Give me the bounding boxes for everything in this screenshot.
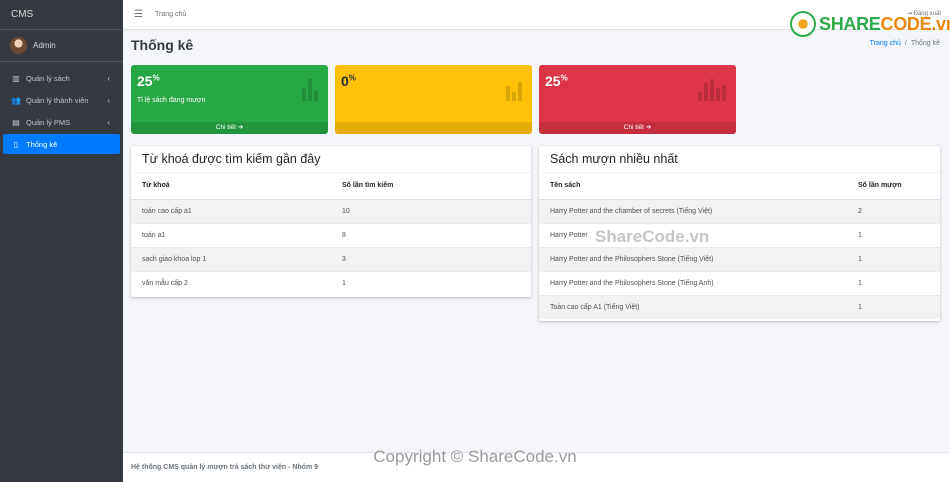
table-cell: 2 bbox=[847, 198, 940, 223]
table-cell: toán a1 bbox=[131, 222, 331, 247]
stat-details-link[interactable]: Chi tiết ➔ bbox=[539, 122, 736, 134]
chart-icon bbox=[698, 79, 726, 101]
sidebar: CMS Admin ▥ Quản lý sách ‹ 👥 Quản lý thà… bbox=[0, 0, 123, 482]
breadcrumb-home[interactable]: Trang chủ bbox=[870, 40, 901, 47]
table-cell: sach giao khoa lop 1 bbox=[131, 246, 331, 271]
sidebar-item-label: Quản lý thành viên bbox=[26, 95, 89, 105]
table-cell: 1 bbox=[847, 222, 940, 247]
table-cell: Harry Potter and the Philosophers Stone … bbox=[539, 246, 847, 271]
table-row: Harry Potter and the Philosophers Stone … bbox=[539, 246, 940, 271]
table-cell: 1 bbox=[847, 246, 940, 271]
stat-details-link[interactable]: Chi tiết ➔ bbox=[131, 122, 328, 134]
keywords-table: Từ khoá Số lần tìm kiếm toán cao cấp a1 1… bbox=[131, 173, 531, 295]
stat-box-second: 0% bbox=[335, 65, 532, 134]
table-cell: 10 bbox=[331, 198, 531, 223]
page-title: Thống kê bbox=[131, 37, 194, 53]
table-cell: 3 bbox=[331, 246, 531, 271]
table-row: toán a1 8 bbox=[131, 222, 531, 247]
chevron-left-icon: ‹ bbox=[107, 95, 110, 105]
avatar[interactable] bbox=[10, 37, 27, 54]
sidebar-nav: ▥ Quản lý sách ‹ 👥 Quản lý thành viên ‹ … bbox=[0, 62, 123, 162]
card-title: Từ khoá được tìm kiếm gần đây bbox=[131, 146, 531, 173]
sidebar-item-pms[interactable]: ▤ Quản lý PMS ‹ bbox=[3, 112, 120, 132]
stat-label: Tỉ lệ sách đang mượn bbox=[137, 97, 206, 104]
sidebar-item-members[interactable]: 👥 Quản lý thành viên ‹ bbox=[3, 90, 120, 110]
stat-value: 25% bbox=[545, 73, 568, 89]
chevron-left-icon: ‹ bbox=[107, 117, 110, 127]
sidebar-item-label: Quản lý sách bbox=[26, 73, 70, 83]
books-icon: ▥ bbox=[12, 73, 20, 83]
copyright-watermark: Copyright © ShareCode.vn bbox=[373, 447, 577, 466]
chart-icon bbox=[302, 79, 318, 101]
column-header: Tên sách bbox=[539, 173, 847, 200]
table-cell: 1 bbox=[847, 294, 940, 319]
user-panel[interactable]: Admin bbox=[0, 30, 123, 62]
table-cell: Harry Potter and the chamber of secrets … bbox=[539, 198, 847, 223]
sidebar-item-statistics[interactable]: ▯ Thống kê bbox=[3, 134, 120, 154]
stat-value: 25% bbox=[137, 73, 160, 89]
chevron-left-icon: ‹ bbox=[107, 73, 110, 83]
sharecode-logo: SHARECODE.vn bbox=[790, 11, 950, 37]
table-row: văn mẫu cấp 21 bbox=[131, 270, 531, 295]
menu-icon[interactable]: ☰ bbox=[134, 9, 143, 20]
chart-icon bbox=[506, 79, 522, 101]
stat-box-third: 25% Chi tiết ➔ bbox=[539, 65, 736, 134]
table-row: sach giao khoa lop 13 bbox=[131, 246, 531, 271]
table-row: Harry Potter and the chamber of secrets … bbox=[539, 198, 940, 223]
table-row: Harry Potter and the Philosophers Stone … bbox=[539, 270, 940, 295]
table-header-row: Từ khoá Số lần tìm kiếm bbox=[131, 173, 531, 200]
breadcrumb-current: Thống kê bbox=[910, 40, 940, 47]
column-header: Từ khoá bbox=[131, 173, 331, 200]
stat-box-borrowed-rate: 25% Tỉ lệ sách đang mượn Chi tiết ➔ bbox=[131, 65, 328, 134]
table-cell: văn mẫu cấp 2 bbox=[131, 270, 331, 295]
watermark-text: ShareCode.vn bbox=[595, 227, 710, 246]
stat-details-link[interactable] bbox=[335, 122, 532, 134]
card-title: Sách mượn nhiều nhất bbox=[539, 146, 940, 173]
file-icon: ▯ bbox=[13, 139, 19, 149]
table-cell: Harry Potter and the Philosophers Stone … bbox=[539, 270, 847, 295]
table-cell: 8 bbox=[331, 222, 531, 247]
table-cell: 1 bbox=[331, 270, 531, 295]
column-header: Số lần mượn bbox=[847, 173, 940, 200]
recent-keywords-card: Từ khoá được tìm kiếm gần đây Từ khoá Số… bbox=[131, 146, 531, 297]
stat-value: 0% bbox=[341, 73, 356, 89]
table-cell: toán cao cấp a1 bbox=[131, 198, 331, 223]
users-icon: 👥 bbox=[11, 95, 21, 105]
breadcrumb: Trang chủ / Thống kê bbox=[870, 40, 940, 47]
user-name[interactable]: Admin bbox=[33, 41, 56, 50]
table-header-row: Tên sách Số lần mượn bbox=[539, 173, 940, 200]
book-icon: ▤ bbox=[12, 117, 20, 127]
sharecode-logo-text: SHARECODE.vn bbox=[819, 13, 950, 34]
sidebar-item-label: Quản lý PMS bbox=[26, 117, 71, 127]
column-header: Số lần tìm kiếm bbox=[331, 173, 531, 200]
table-cell: 1 bbox=[847, 270, 940, 295]
breadcrumb-separator: / bbox=[904, 40, 907, 47]
sidebar-item-books[interactable]: ▥ Quản lý sách ‹ bbox=[3, 68, 120, 88]
sharecode-logo-icon bbox=[790, 11, 816, 37]
table-cell: Toán cao cấp A1 (Tiếng Việt) bbox=[539, 294, 847, 319]
table-row: Toán cao cấp A1 (Tiếng Việt) 1 bbox=[539, 294, 940, 319]
top-home-link[interactable]: Trang chủ bbox=[155, 11, 186, 18]
brand-name[interactable]: CMS bbox=[0, 0, 123, 30]
table-row: toán cao cấp a1 10 bbox=[131, 198, 531, 223]
sidebar-item-label: Thống kê bbox=[26, 139, 58, 149]
